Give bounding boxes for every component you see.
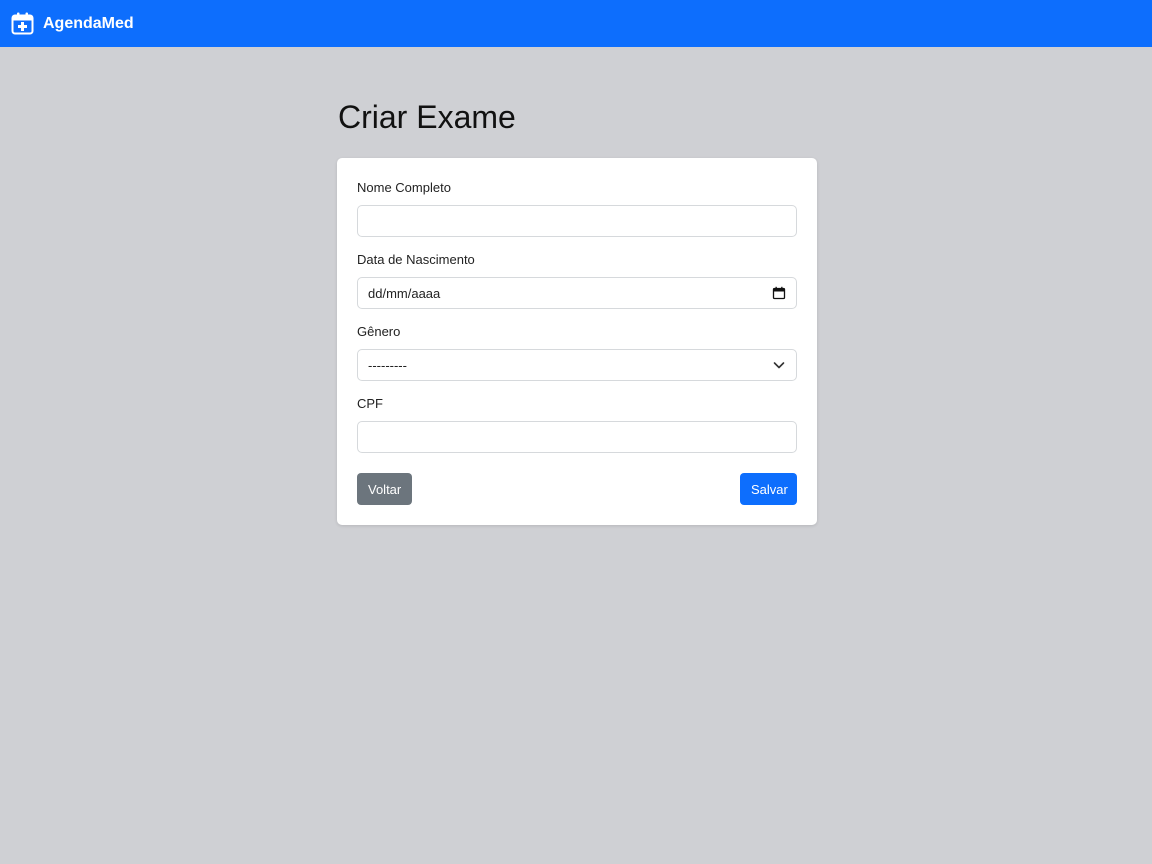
- cpf-label: CPF: [357, 396, 383, 411]
- gender-selected-value: ---------: [368, 357, 407, 373]
- brand-name: AgendaMed: [43, 14, 134, 32]
- exam-form-card: Nome Completo Data de Nascimento dd/mm/a…: [337, 158, 817, 525]
- birth-date-input[interactable]: dd/mm/aaaa: [357, 277, 797, 309]
- name-label: Nome Completo: [357, 180, 451, 195]
- gender-label: Gênero: [357, 324, 401, 339]
- gender-select[interactable]: ---------: [357, 349, 797, 381]
- cpf-input[interactable]: [357, 421, 797, 453]
- calendar-icon[interactable]: [772, 286, 786, 300]
- page-title: Criar Exame: [338, 99, 516, 135]
- top-navbar: AgendaMed: [0, 0, 1152, 47]
- name-input[interactable]: [357, 205, 797, 237]
- save-button[interactable]: Salvar: [740, 473, 797, 505]
- chevron-down-icon: [772, 358, 786, 372]
- birth-date-label: Data de Nascimento: [357, 252, 475, 267]
- brand-link[interactable]: AgendaMed: [11, 12, 134, 35]
- back-button[interactable]: Voltar: [357, 473, 412, 505]
- birth-date-placeholder: dd/mm/aaaa: [368, 285, 441, 301]
- calendar-plus-icon: [11, 12, 34, 35]
